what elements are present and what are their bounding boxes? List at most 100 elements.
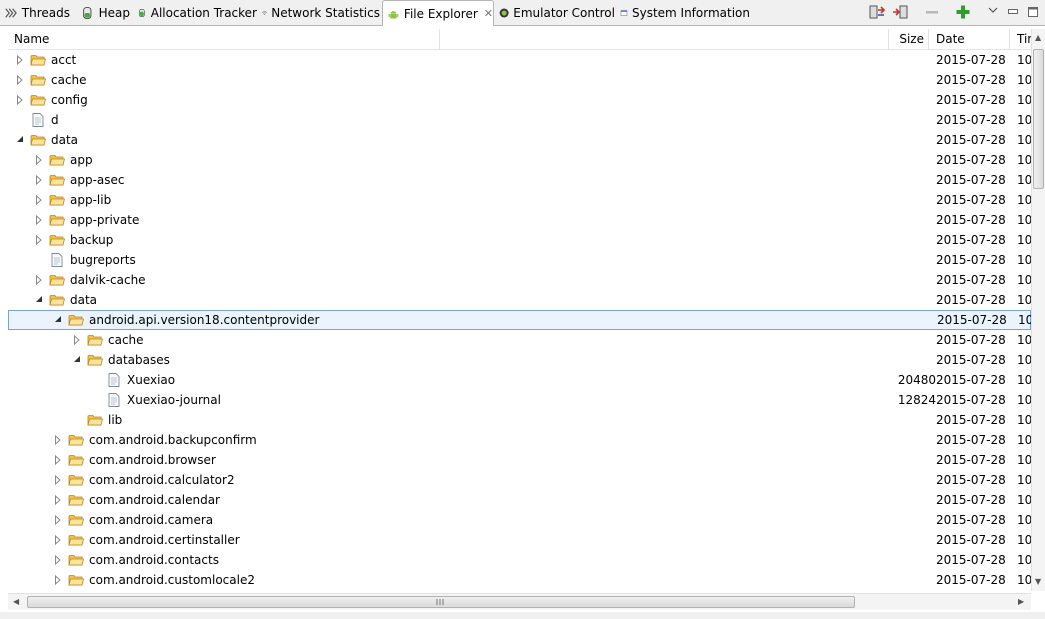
expand-arrow-icon[interactable] xyxy=(54,430,64,450)
file-date: 2015-07-28 xyxy=(936,93,1006,107)
expand-arrow-icon[interactable] xyxy=(35,230,45,250)
close-icon[interactable]: ✕ xyxy=(484,7,493,20)
folder-icon xyxy=(49,272,66,288)
vertical-scrollbar[interactable]: ▲ ▼ xyxy=(1031,29,1045,591)
tree-row-file[interactable]: Xuexiao-journal 12824 2015-07-28 10 xyxy=(8,390,1031,410)
expand-arrow-icon[interactable] xyxy=(54,490,64,510)
tree-row-folder[interactable]: data 2015-07-28 10 xyxy=(8,130,1031,150)
file-name: data xyxy=(70,293,98,307)
column-header-date[interactable]: Date xyxy=(929,29,1010,49)
tab-threads[interactable]: Threads xyxy=(4,0,70,25)
file-time: 10 xyxy=(1017,513,1031,527)
vertical-scroll-thumb[interactable] xyxy=(1033,49,1044,189)
tab-network-statistics[interactable]: Network Statistics xyxy=(262,0,380,25)
pull-file-button[interactable] xyxy=(869,4,885,20)
expand-arrow-icon[interactable] xyxy=(35,190,45,210)
tab-system-information[interactable]: System Information xyxy=(620,0,750,25)
expand-arrow-icon[interactable] xyxy=(54,570,64,590)
file-tree[interactable]: acct 2015-07-28 10 cache 2015-07-28 10 config 2… xyxy=(8,50,1031,591)
file-icon xyxy=(106,372,122,388)
emulator-icon xyxy=(499,8,509,17)
horizontal-scrollbar[interactable]: ◀ ▶ xyxy=(8,593,1031,610)
expand-arrow-icon[interactable] xyxy=(16,50,26,70)
tree-row-folder[interactable]: app-asec 2015-07-28 10 xyxy=(8,170,1031,190)
file-date: 2015-07-28 xyxy=(936,193,1006,207)
file-icon xyxy=(49,252,65,268)
tree-row-folder[interactable]: dalvik-cache 2015-07-28 10 xyxy=(8,270,1031,290)
file-time: 10 xyxy=(1017,193,1031,207)
scroll-left-icon[interactable]: ◀ xyxy=(13,597,19,606)
folder-open-icon xyxy=(87,352,104,368)
horizontal-scroll-thumb[interactable] xyxy=(27,596,855,608)
tree-row-folder[interactable]: acct 2015-07-28 10 xyxy=(8,50,1031,70)
tree-row-folder[interactable]: backup 2015-07-28 10 xyxy=(8,230,1031,250)
collapse-arrow-icon[interactable] xyxy=(16,130,26,150)
tree-row-folder[interactable]: com.android.browser 2015-07-28 10 xyxy=(8,450,1031,470)
file-date: 2015-07-28 xyxy=(936,333,1006,347)
tree-row-folder[interactable]: lib 2015-07-28 10 xyxy=(8,410,1031,430)
new-folder-button[interactable] xyxy=(955,4,971,20)
maximize-button[interactable] xyxy=(1025,4,1041,20)
expand-arrow-icon[interactable] xyxy=(54,510,64,530)
new-folder-icon xyxy=(956,5,970,19)
tree-row-file[interactable]: Xuexiao 20480 2015-07-28 10 xyxy=(8,370,1031,390)
tree-row-folder[interactable]: app 2015-07-28 10 xyxy=(8,150,1031,170)
tree-row-folder[interactable]: com.android.calculator2 2015-07-28 10 xyxy=(8,470,1031,490)
tab-heap[interactable]: Heap xyxy=(80,0,130,25)
tree-row-folder[interactable]: com.android.camera 2015-07-28 10 xyxy=(8,510,1031,530)
file-time: 10 xyxy=(1017,253,1031,267)
tree-row-folder[interactable]: com.android.contacts 2015-07-28 10 xyxy=(8,550,1031,570)
minimize-button[interactable] xyxy=(1005,4,1021,20)
expand-arrow-icon[interactable] xyxy=(54,550,64,570)
column-header-size[interactable]: Size xyxy=(888,29,929,49)
tree-row-folder[interactable]: cache 2015-07-28 10 xyxy=(8,330,1031,350)
file-icon xyxy=(30,112,46,128)
folder-icon xyxy=(49,172,66,188)
column-header-time[interactable]: Time xyxy=(1010,29,1031,49)
tab-file-explorer[interactable]: File Explorer ✕ xyxy=(382,0,494,26)
tree-row-folder[interactable]: app-lib 2015-07-28 10 xyxy=(8,190,1031,210)
tree-row-folder[interactable]: databases 2015-07-28 10 xyxy=(8,350,1031,370)
expand-arrow-icon[interactable] xyxy=(35,150,45,170)
column-header-name[interactable]: Name xyxy=(8,29,440,49)
scroll-right-icon[interactable]: ▶ xyxy=(1018,597,1024,606)
expand-arrow-icon[interactable] xyxy=(35,210,45,230)
expand-arrow-icon[interactable] xyxy=(16,90,26,110)
folder-open-icon xyxy=(30,132,47,148)
tree-row-folder[interactable]: config 2015-07-28 10 xyxy=(8,90,1031,110)
collapse-arrow-icon[interactable] xyxy=(73,350,83,370)
file-date: 2015-07-28 xyxy=(936,293,1006,307)
expand-arrow-icon[interactable] xyxy=(54,470,64,490)
tree-row-folder[interactable]: data 2015-07-28 10 xyxy=(8,290,1031,310)
push-file-button[interactable] xyxy=(892,4,908,20)
tree-row-folder[interactable]: cache 2015-07-28 10 xyxy=(8,70,1031,90)
tree-row-folder[interactable]: android.api.version18.contentprovider 201… xyxy=(8,310,1031,330)
tree-row-folder[interactable]: com.android.calendar 2015-07-28 10 xyxy=(8,490,1031,510)
collapse-arrow-icon[interactable] xyxy=(35,290,45,310)
folder-icon xyxy=(87,332,104,348)
tree-row-folder[interactable]: app-private 2015-07-28 10 xyxy=(8,210,1031,230)
file-time: 10 xyxy=(1017,333,1031,347)
file-date: 2015-07-28 xyxy=(936,493,1006,507)
delete-button[interactable] xyxy=(924,4,940,20)
collapse-arrow-icon[interactable] xyxy=(54,311,64,331)
expand-arrow-icon[interactable] xyxy=(54,530,64,550)
view-menu-button[interactable] xyxy=(985,2,1001,18)
tab-allocation-tracker[interactable]: Allocation Tracker xyxy=(137,0,257,25)
push-file-icon xyxy=(893,5,908,19)
scroll-up-icon[interactable]: ▲ xyxy=(1035,33,1041,42)
tree-row-file[interactable]: bugreports 2015-07-28 10 xyxy=(8,250,1031,270)
expand-arrow-icon[interactable] xyxy=(35,170,45,190)
tree-row-file[interactable]: d 2015-07-28 10 xyxy=(8,110,1031,130)
expand-arrow-icon[interactable] xyxy=(35,270,45,290)
folder-icon xyxy=(49,232,66,248)
tree-row-folder[interactable]: com.android.customlocale2 2015-07-28 10 xyxy=(8,570,1031,590)
scroll-down-icon[interactable]: ▼ xyxy=(1035,577,1041,586)
expand-arrow-icon[interactable] xyxy=(73,330,83,350)
file-name: data xyxy=(51,133,79,147)
tree-row-folder[interactable]: com.android.backupconfirm 2015-07-28 10 xyxy=(8,430,1031,450)
expand-arrow-icon[interactable] xyxy=(16,70,26,90)
tree-row-folder[interactable]: com.android.certinstaller 2015-07-28 10 xyxy=(8,530,1031,550)
expand-arrow-icon[interactable] xyxy=(54,450,64,470)
tab-emulator-control[interactable]: Emulator Control xyxy=(499,0,615,25)
